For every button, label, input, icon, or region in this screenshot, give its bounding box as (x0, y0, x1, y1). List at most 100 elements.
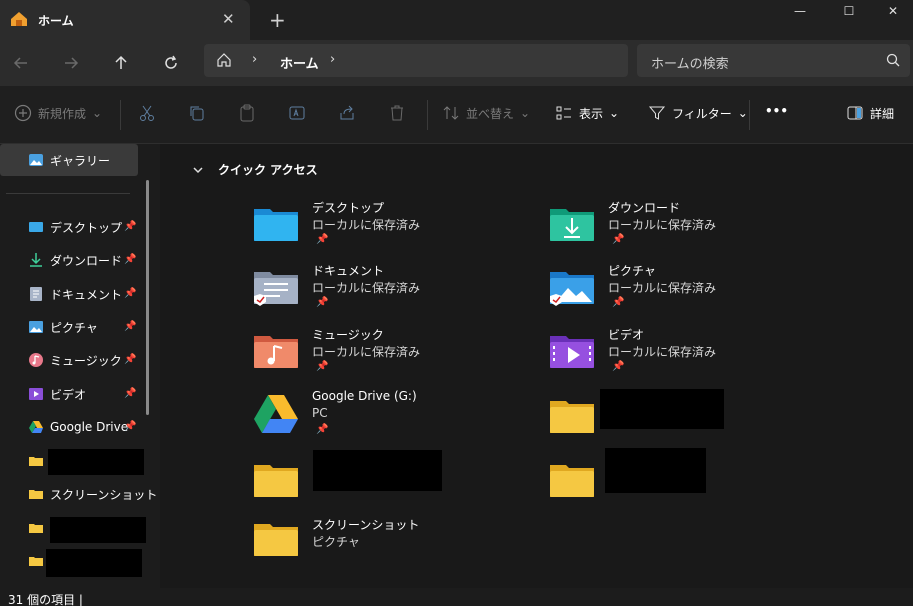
close-button[interactable]: ✕ (873, 0, 913, 22)
sidebar-item-downloads[interactable]: ダウンロード (28, 249, 122, 271)
sidebar-label: ギャラリー (50, 153, 111, 168)
redacted-label (313, 450, 442, 491)
up-button[interactable] (108, 50, 134, 76)
pin-icon: 📌 (612, 297, 625, 308)
sidebar-item-redacted-folder[interactable] (28, 450, 44, 472)
quick-access-header[interactable]: クイック アクセス (192, 161, 318, 178)
details-button[interactable]: 詳細 (846, 104, 894, 122)
pin-icon: 📌 (612, 234, 625, 245)
filter-button[interactable]: フィルター ⌄ (648, 104, 748, 122)
pin-icon: 📌 (124, 321, 137, 332)
divider (6, 193, 130, 194)
redacted-label (50, 517, 146, 543)
title-bar: ホーム ✕ + — ☐ ✕ (0, 0, 913, 40)
close-icon: ✕ (887, 4, 899, 18)
search-icon (886, 53, 900, 67)
pin-icon: 📌 (124, 288, 137, 299)
sort-button[interactable]: 並べ替え ⌄ (442, 104, 530, 122)
pin-icon: 📌 (612, 361, 625, 372)
status-bar: 31 個の項目 | (0, 588, 913, 606)
folder-icon (550, 465, 594, 497)
pin-icon: 📌 (316, 297, 329, 308)
redacted-label (605, 448, 706, 493)
sort-label: 並べ替え (466, 106, 515, 121)
gallery-icon (29, 154, 43, 166)
folder-documents[interactable]: ドキュメント ローカルに保存済み 📌 (252, 262, 512, 318)
sidebar-item-google-drive[interactable]: Google Drive (28, 416, 128, 438)
sidebar-item-desktop[interactable]: デスクトップ (28, 216, 122, 238)
folder-videos[interactable]: ビデオ ローカルに保存済み 📌 (548, 326, 808, 382)
breadcrumb-home[interactable]: ホーム (280, 53, 319, 72)
sidebar-label: デスクトップ (50, 220, 123, 235)
forward-button[interactable] (58, 50, 84, 76)
chevron-down-icon: ⌄ (609, 106, 620, 120)
chevron-down-icon: ⌄ (520, 106, 531, 120)
copy-button[interactable] (188, 104, 206, 122)
sidebar-item-screenshots[interactable]: スクリーンショット (28, 483, 157, 505)
content-pane: クイック アクセス デスクトップ ローカルに保存済み 📌 ダウンロード ローカル… (160, 144, 913, 588)
folder-screenshots[interactable]: スクリーンショット ピクチャ (252, 516, 512, 572)
sidebar-label: ピクチャ (50, 320, 98, 335)
folder-icon (550, 401, 594, 433)
folder-downloads[interactable]: ダウンロード ローカルに保存済み 📌 (548, 199, 808, 255)
breadcrumb-chevron-icon[interactable]: › (330, 52, 335, 67)
more-options-button[interactable]: ••• (765, 104, 788, 118)
music-icon (29, 353, 43, 367)
desktop-folder-icon (254, 209, 298, 241)
tab-title: ホーム (38, 14, 74, 28)
breadcrumb-chevron-icon[interactable]: › (252, 52, 257, 67)
folder-icon (254, 465, 298, 497)
folder-pictures[interactable]: ピクチャ ローカルに保存済み 📌 (548, 262, 808, 318)
cut-button[interactable] (138, 104, 156, 122)
new-button[interactable]: 新規作成 ⌄ (14, 104, 102, 122)
scissors-icon (140, 105, 154, 121)
minimize-button[interactable]: — (777, 0, 823, 22)
music-folder-icon (254, 336, 298, 368)
refresh-button[interactable] (158, 50, 184, 76)
folder-name: ドキュメント (312, 264, 385, 278)
maximize-button[interactable]: ☐ (826, 0, 872, 22)
redacted-label (48, 449, 144, 475)
pin-icon: 📌 (124, 354, 137, 365)
navigation-pane: ギャラリー デスクトップ 📌 ダウンロード 📌 ドキュメント 📌 ピクチャ 📌 … (0, 144, 158, 588)
quick-access-title: クイック アクセス (218, 163, 318, 177)
sidebar-item-redacted-folder[interactable] (28, 517, 44, 539)
sidebar-scrollbar[interactable] (146, 180, 149, 415)
minimize-icon: — (794, 4, 806, 18)
paste-button[interactable] (238, 104, 256, 122)
share-button[interactable] (338, 104, 356, 122)
new-tab-button[interactable]: + (269, 8, 286, 32)
sidebar-label: Google Drive (50, 420, 129, 434)
folder-icon (29, 524, 43, 533)
search-input[interactable]: ホームの検索 (637, 44, 910, 77)
rename-button[interactable] (288, 104, 306, 122)
sidebar-item-gallery[interactable]: ギャラリー (0, 144, 138, 176)
folder-music[interactable]: ミュージック ローカルに保存済み 📌 (252, 326, 512, 382)
sidebar-item-music[interactable]: ミュージック (28, 349, 122, 371)
sidebar-label: ビデオ (50, 387, 87, 402)
sidebar-item-documents[interactable]: ドキュメント (28, 283, 122, 305)
copy-icon (190, 106, 204, 121)
tab-close-icon[interactable]: ✕ (222, 10, 235, 28)
chevron-down-icon: ⌄ (92, 106, 103, 120)
redacted-label (600, 389, 724, 429)
folder-location: ピクチャ (312, 535, 360, 549)
folder-google-drive[interactable]: Google Drive (G:) PC 📌 (252, 389, 512, 445)
tab-home[interactable]: ホーム ✕ (0, 0, 250, 40)
sidebar-item-redacted-folder[interactable] (28, 550, 44, 572)
sidebar-item-pictures[interactable]: ピクチャ (28, 316, 98, 338)
folder-name: スクリーンショット (312, 518, 420, 532)
divider (120, 100, 121, 130)
folder-name: ミュージック (312, 328, 384, 342)
back-button[interactable] (8, 50, 34, 76)
folder-location: ローカルに保存済み (312, 281, 421, 295)
folder-icon (29, 557, 43, 566)
folder-desktop[interactable]: デスクトップ ローカルに保存済み 📌 (252, 199, 512, 255)
address-bar[interactable]: › ホーム › (204, 44, 628, 77)
delete-button[interactable] (388, 104, 406, 122)
folder-icon (29, 490, 43, 499)
pin-icon: 📌 (316, 361, 329, 372)
view-button[interactable]: 表示 ⌄ (555, 104, 619, 122)
sidebar-item-videos[interactable]: ビデオ (28, 383, 86, 405)
folder-icon (254, 524, 298, 556)
